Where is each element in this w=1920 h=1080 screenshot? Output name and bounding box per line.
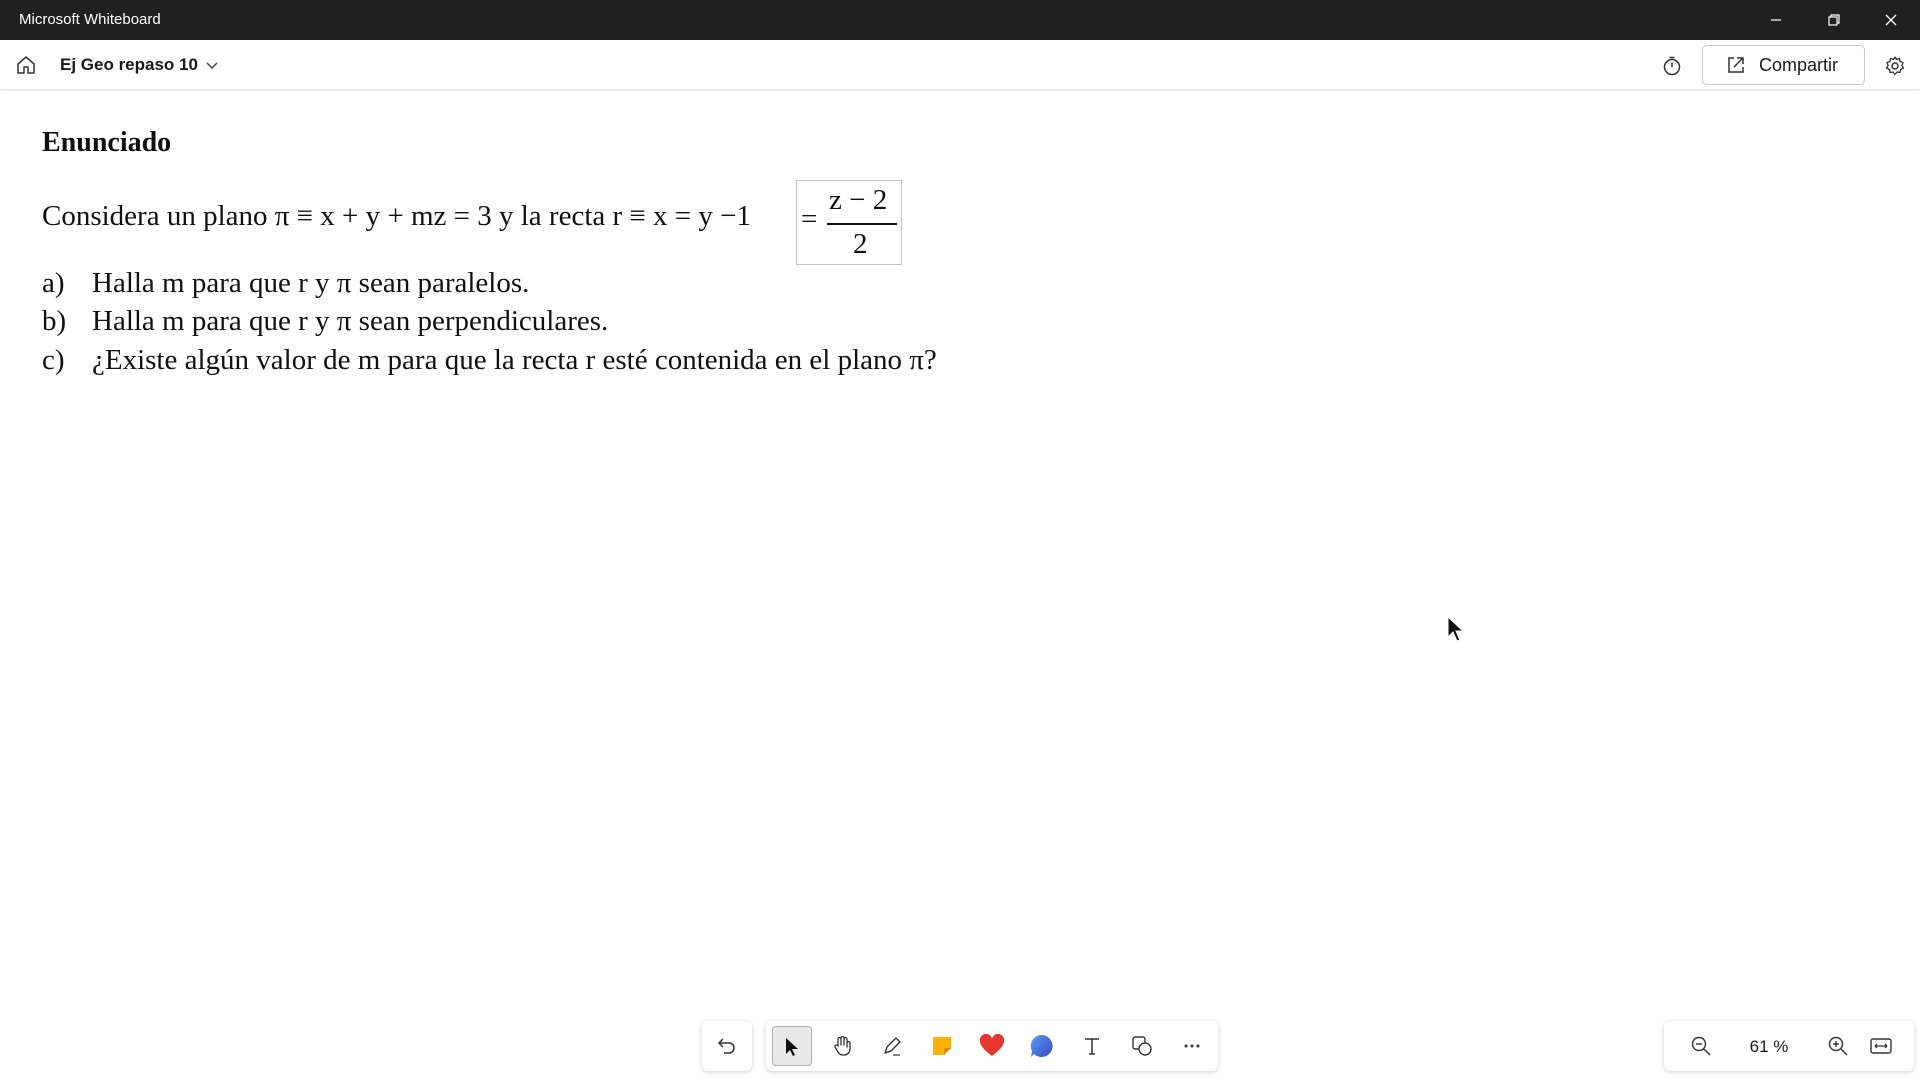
select-tool[interactable]: [772, 1026, 812, 1066]
pan-hand-icon: [834, 1035, 851, 1056]
zoom-in-button[interactable]: [1821, 1029, 1855, 1063]
timer-button[interactable]: [1656, 50, 1688, 82]
app-toolbar: Ej Geo repaso 10 Compartir: [0, 40, 1920, 90]
question-a: a) Halla m para que r y π sean paralelos.: [42, 267, 529, 300]
minimize-button[interactable]: [1747, 0, 1805, 40]
pen-tool[interactable]: [872, 1026, 912, 1066]
reaction-heart-icon: [979, 1034, 1005, 1056]
fit-to-screen-button[interactable]: [1864, 1029, 1898, 1063]
whiteboard-canvas[interactable]: Enunciado Considera un plano π ≡ x + y +…: [0, 91, 1920, 1080]
question-letter: a): [42, 267, 65, 299]
more-icon: [1184, 1044, 1200, 1048]
window-titlebar: Microsoft Whiteboard: [0, 0, 1920, 40]
zoom-controls: 61 %: [1664, 1021, 1914, 1071]
pasted-image-exercise[interactable]: Enunciado Considera un plano π ≡ x + y +…: [42, 127, 1142, 376]
settings-button[interactable]: [1879, 50, 1911, 82]
sticky-note-icon: [933, 1037, 951, 1055]
share-label: Compartir: [1759, 54, 1839, 75]
text-icon: [1085, 1038, 1099, 1055]
home-button[interactable]: [10, 49, 42, 81]
fraction-equals: =: [801, 203, 818, 235]
minimize-icon: [1771, 19, 1781, 21]
pan-tool[interactable]: [822, 1026, 862, 1066]
question-letter: b): [42, 305, 67, 337]
mouse-pointer-icon: [1447, 615, 1465, 642]
fraction-bar: [827, 223, 897, 225]
zoom-in-icon: [1828, 1036, 1848, 1056]
fraction-box: = z − 2 2: [796, 180, 902, 265]
text-tool[interactable]: [1072, 1026, 1112, 1066]
board-title[interactable]: Ej Geo repaso 10: [60, 55, 198, 75]
question-b: b) Halla m para que r y π sean perpendicu…: [42, 305, 608, 338]
pen-icon: [884, 1037, 901, 1056]
select-icon: [786, 1038, 798, 1056]
restore-icon: [1828, 14, 1840, 26]
fraction-numerator: z − 2: [829, 184, 888, 216]
statement-text: Considera un plano π ≡ x + y + mz = 3 y …: [42, 200, 751, 232]
question-text: ¿Existe algún valor de m para que la rec…: [92, 344, 937, 376]
share-icon: [1728, 57, 1744, 73]
restore-button[interactable]: [1805, 0, 1863, 40]
undo-button[interactable]: [702, 1021, 752, 1071]
tool-palette: [766, 1021, 1218, 1071]
reaction-tool[interactable]: [972, 1026, 1012, 1066]
question-c: c) ¿Existe algún valor de m para que la r…: [42, 344, 937, 377]
exercise-heading: Enunciado: [42, 127, 172, 158]
comment-icon: [1030, 1034, 1053, 1057]
more-tools-button[interactable]: [1172, 1026, 1212, 1066]
fraction-denominator: 2: [853, 228, 868, 260]
chevron-down-icon[interactable]: [203, 57, 221, 75]
sticky-note-tool[interactable]: [922, 1026, 962, 1066]
timer-icon: [1663, 56, 1681, 76]
close-button[interactable]: [1862, 0, 1920, 40]
home-icon: [17, 56, 35, 74]
shapes-tool[interactable]: [1122, 1026, 1162, 1066]
undo-icon: [717, 1038, 735, 1054]
window-title: Microsoft Whiteboard: [19, 11, 161, 28]
comment-tool[interactable]: [1022, 1026, 1062, 1066]
gear-icon: [1885, 56, 1905, 76]
zoom-out-icon: [1691, 1036, 1711, 1056]
share-button[interactable]: Compartir: [1702, 45, 1865, 85]
fit-to-screen-icon: [1870, 1038, 1892, 1054]
close-icon: [1885, 14, 1897, 26]
zoom-out-button[interactable]: [1684, 1029, 1718, 1063]
zoom-level[interactable]: 61 %: [1734, 1037, 1804, 1057]
shapes-icon: [1132, 1036, 1152, 1056]
question-text: Halla m para que r y π sean paralelos.: [92, 267, 530, 299]
question-letter: c): [42, 344, 65, 376]
question-text: Halla m para que r y π sean perpendicula…: [92, 305, 609, 337]
